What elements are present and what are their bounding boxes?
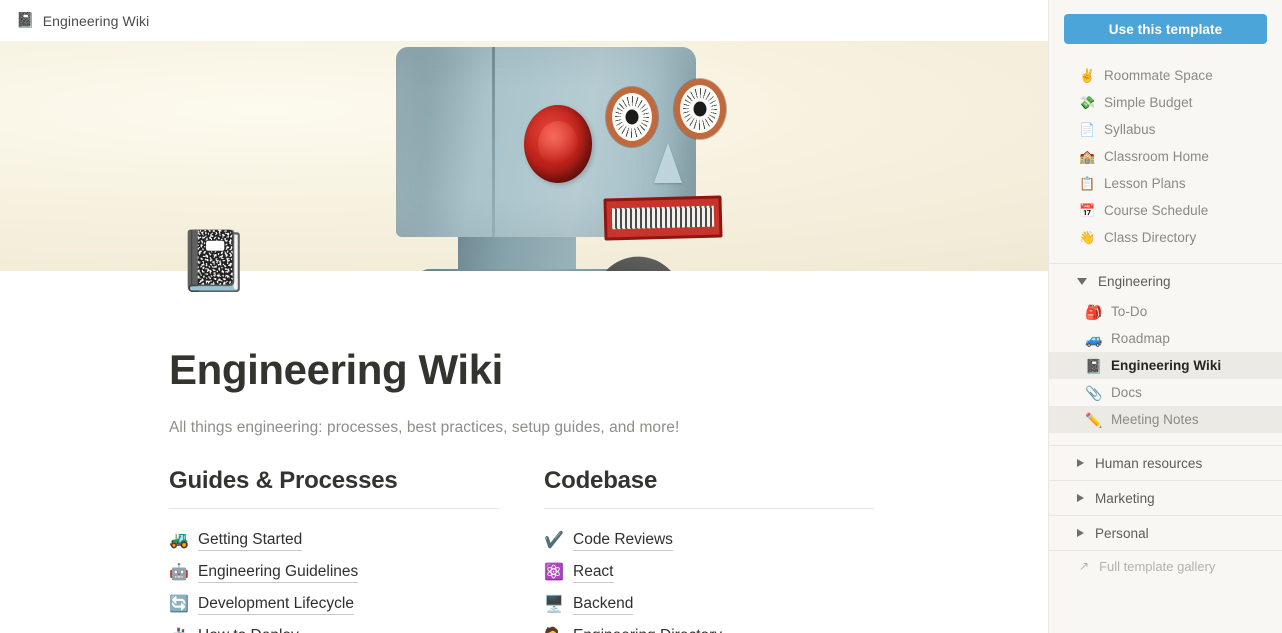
app-window: 📓 Engineering Wiki 📓 Engineering Wiki Al… xyxy=(0,0,1282,633)
page-link-label[interactable]: Getting Started xyxy=(198,531,303,552)
sidebar-item-label: To-Do xyxy=(1111,304,1148,319)
sidebar-item-class-directory[interactable]: 👋 Class Directory xyxy=(1049,224,1282,251)
list-item[interactable]: 🤖 Engineering Guidelines xyxy=(169,557,499,589)
full-template-gallery-link[interactable]: ↗ Full template gallery xyxy=(1049,551,1282,581)
column-codebase: Codebase ✔️ Code Reviews ⚛️ React 🖥️ Bac… xyxy=(544,467,874,633)
page-icon[interactable]: 📓 xyxy=(177,232,250,291)
school-icon: 🏫 xyxy=(1079,149,1096,164)
backpack-icon: 🎒 xyxy=(1085,303,1103,320)
column-heading: Guides & Processes xyxy=(169,467,398,495)
sidebar-item-label: Course Schedule xyxy=(1104,203,1209,218)
page-body: Engineering Wiki All things engineering:… xyxy=(0,347,1048,633)
sidebar-item-label: Roommate Space xyxy=(1104,68,1213,83)
sidebar-item-label: Lesson Plans xyxy=(1104,176,1186,191)
page-link-label[interactable]: Code Reviews xyxy=(573,531,673,552)
breadcrumb: 📓 Engineering Wiki xyxy=(0,0,1048,41)
list-item[interactable]: ✔️ Code Reviews xyxy=(544,525,874,557)
notebook-icon: 📓 xyxy=(16,12,35,29)
list-item[interactable]: 🔄 Development Lifecycle xyxy=(169,589,499,621)
refresh-icon: 🔄 xyxy=(169,596,189,614)
sidebar-item-course-schedule[interactable]: 📅 Course Schedule xyxy=(1049,197,1282,224)
group-label: Personal xyxy=(1095,525,1149,541)
sidebar-item-label: Simple Budget xyxy=(1104,95,1193,110)
waving-hand-icon: 👋 xyxy=(1079,230,1096,245)
gallery-label: Full template gallery xyxy=(1099,558,1216,574)
ship-icon: 🚢 xyxy=(169,629,189,633)
chevron-right-icon[interactable] xyxy=(1077,459,1084,467)
robot-icon: 🤖 xyxy=(169,564,189,582)
desktop-computer-icon: 🖥️ xyxy=(544,596,564,614)
sidebar-item-label: Class Directory xyxy=(1104,230,1197,245)
group-header-human-resources[interactable]: Human resources xyxy=(1049,446,1282,480)
atom-icon: ⚛️ xyxy=(544,564,564,582)
money-with-wings-icon: 💸 xyxy=(1079,95,1096,110)
page-link-label[interactable]: Backend xyxy=(573,595,634,616)
sidebar-item-roommate-space[interactable]: ✌️ Roommate Space xyxy=(1049,62,1282,89)
heading-divider xyxy=(169,508,499,510)
calendar-icon: 📅 xyxy=(1079,203,1096,218)
sidebar-item-label: Classroom Home xyxy=(1104,149,1209,164)
cover-image[interactable] xyxy=(0,41,1048,271)
sidebar-item-engineering-wiki[interactable]: 📓 Engineering Wiki xyxy=(1049,352,1282,379)
chevron-right-icon[interactable] xyxy=(1077,494,1084,502)
sidebar-item-meeting-notes[interactable]: ✏️ Meeting Notes xyxy=(1049,406,1282,433)
group-label: Human resources xyxy=(1095,455,1203,471)
list-item[interactable]: 🚜 Getting Started xyxy=(169,525,499,557)
chevron-right-icon[interactable] xyxy=(1077,529,1084,537)
toy-robot-illustration xyxy=(396,47,726,271)
sidebar-item-docs[interactable]: 📎 Docs xyxy=(1049,379,1282,406)
chevron-down-icon[interactable] xyxy=(1077,277,1087,285)
page-description: All things engineering: processes, best … xyxy=(169,419,680,437)
sidebar-item-lesson-plans[interactable]: 📋 Lesson Plans xyxy=(1049,170,1282,197)
list-item[interactable]: 🖥️ Backend xyxy=(544,589,874,621)
breadcrumb-title[interactable]: Engineering Wiki xyxy=(43,13,150,29)
group-header-engineering[interactable]: Engineering xyxy=(1049,264,1282,298)
column-heading: Codebase xyxy=(544,467,658,495)
template-list: ✌️ Roommate Space 💸 Simple Budget 📄 Syll… xyxy=(1049,62,1282,251)
list-item[interactable]: 💁 Engineering Directory xyxy=(544,621,874,633)
victory-hand-icon: ✌️ xyxy=(1079,68,1096,83)
check-icon: ✔️ xyxy=(544,532,564,550)
sidebar-item-label: Docs xyxy=(1111,385,1142,400)
external-link-icon: ↗ xyxy=(1079,559,1090,573)
group-header-marketing[interactable]: Marketing xyxy=(1049,481,1282,515)
sidebar-item-label: Roadmap xyxy=(1111,331,1170,346)
sidebar-item-syllabus[interactable]: 📄 Syllabus xyxy=(1049,116,1282,143)
paperclip-icon: 📎 xyxy=(1085,384,1103,401)
main-content-area: 📓 Engineering Wiki 📓 Engineering Wiki Al… xyxy=(0,0,1048,633)
heading-divider xyxy=(544,508,874,510)
notebook-icon: 📓 xyxy=(1085,357,1103,374)
pencil-icon: ✏️ xyxy=(1085,411,1103,428)
group-label: Engineering xyxy=(1098,273,1171,289)
page-icon: 📄 xyxy=(1079,122,1096,137)
sidebar-item-label: Meeting Notes xyxy=(1111,412,1199,427)
sidebar-item-label: Engineering Wiki xyxy=(1111,358,1222,373)
column-guides-processes: Guides & Processes 🚜 Getting Started 🤖 E… xyxy=(169,467,499,633)
page-link-label[interactable]: Engineering Directory xyxy=(573,627,722,633)
page-title: Engineering Wiki xyxy=(169,346,503,393)
page-link-label[interactable]: Development Lifecycle xyxy=(198,595,354,616)
tractor-icon: 🚜 xyxy=(169,532,189,550)
page-link-label[interactable]: Engineering Guidelines xyxy=(198,563,359,584)
sidebar: Use this template ✌️ Roommate Space 💸 Si… xyxy=(1048,0,1282,633)
page-link-label[interactable]: React xyxy=(573,563,614,584)
clipboard-icon: 📋 xyxy=(1079,176,1096,191)
sidebar-item-roadmap[interactable]: 🚙 Roadmap xyxy=(1049,325,1282,352)
use-this-template-button[interactable]: Use this template xyxy=(1064,14,1267,44)
sidebar-item-simple-budget[interactable]: 💸 Simple Budget xyxy=(1049,89,1282,116)
list-item[interactable]: 🚢 How to Deploy xyxy=(169,621,499,633)
sidebar-item-to-do[interactable]: 🎒 To-Do xyxy=(1049,298,1282,325)
group-label: Marketing xyxy=(1095,490,1155,506)
sidebar-item-label: Syllabus xyxy=(1104,122,1156,137)
group-header-personal[interactable]: Personal xyxy=(1049,516,1282,550)
list-item[interactable]: ⚛️ React xyxy=(544,557,874,589)
page-link-label[interactable]: How to Deploy xyxy=(198,627,299,633)
person-tipping-hand-icon: 💁 xyxy=(544,629,564,633)
link-columns: Guides & Processes 🚜 Getting Started 🤖 E… xyxy=(169,467,1048,633)
sidebar-item-classroom-home[interactable]: 🏫 Classroom Home xyxy=(1049,143,1282,170)
car-icon: 🚙 xyxy=(1085,330,1103,347)
